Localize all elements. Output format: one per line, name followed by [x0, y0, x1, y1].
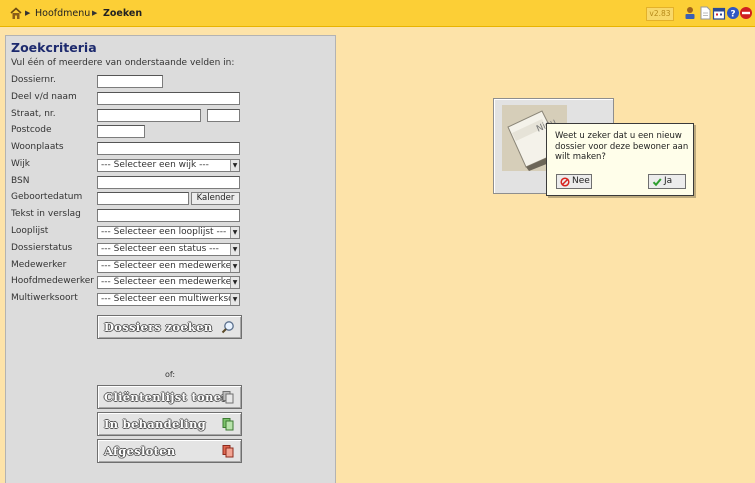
- svg-text:?: ?: [730, 10, 735, 20]
- label-looplijst: Looplijst: [11, 226, 49, 236]
- confirm-dialog: Weet u zeker dat u een nieuw dossier voo…: [546, 123, 694, 196]
- clientenlijst-tonen-button[interactable]: Cliëntenlijst tonen: [97, 385, 242, 409]
- label-tekst: Tekst in verslag: [11, 209, 81, 219]
- search-criteria-panel: Zoekcriteria Vul één of meerdere van ond…: [5, 35, 336, 483]
- panel-intro: Vul één of meerdere van onderstaande vel…: [11, 58, 235, 68]
- cancel-icon: [560, 177, 570, 187]
- label-multiwerksoort: Multiwerksoort: [11, 293, 78, 303]
- afgesloten-button[interactable]: Afgesloten: [97, 439, 242, 463]
- nee-label: Nee: [572, 176, 590, 186]
- label-geboortedatum: Geboortedatum: [11, 192, 83, 202]
- documents-red-icon: [222, 445, 234, 458]
- afgesloten-label: Afgesloten: [104, 444, 176, 458]
- clientenlijst-tonen-label: Cliëntenlijst tonen: [104, 390, 230, 404]
- or-separator: of:: [165, 370, 176, 379]
- chevron-down-icon[interactable]: ▼: [230, 294, 239, 305]
- bsn-input[interactable]: [97, 176, 240, 189]
- ja-label: Ja: [664, 176, 673, 186]
- hoofdmedewerker-select-value: --- Selecteer een medewerker ---: [101, 277, 240, 287]
- label-postcode: Postcode: [11, 125, 52, 135]
- calendar-icon[interactable]: [712, 6, 726, 20]
- in-behandeling-button[interactable]: In behandeling: [97, 412, 242, 436]
- geboortedatum-input[interactable]: [97, 192, 189, 205]
- breadcrumb-arrow-icon: ▶: [25, 9, 31, 17]
- chevron-down-icon[interactable]: ▼: [230, 227, 239, 238]
- home-icon[interactable]: [9, 7, 23, 20]
- wijk-select[interactable]: --- Selecteer een wijk --- ▼: [97, 159, 240, 172]
- chevron-down-icon[interactable]: ▼: [230, 244, 239, 255]
- medewerker-select-value: --- Selecteer een medewerker ---: [101, 261, 240, 271]
- label-straat: Straat, nr.: [11, 109, 56, 119]
- document-icon[interactable]: [698, 6, 712, 20]
- help-icon[interactable]: ?: [726, 6, 740, 20]
- tekst-in-verslag-input[interactable]: [97, 209, 240, 222]
- wijk-select-value: --- Selecteer een wijk ---: [101, 160, 209, 170]
- in-behandeling-label: In behandeling: [104, 417, 206, 431]
- breadcrumb-hoofdmenu-link[interactable]: Hoofdmenu: [35, 8, 90, 19]
- breadcrumb-current: Zoeken: [103, 8, 143, 19]
- looplijst-select[interactable]: --- Selecteer een looplijst --- ▼: [97, 226, 240, 239]
- chevron-down-icon[interactable]: ▼: [230, 277, 239, 288]
- nee-button[interactable]: Nee: [556, 174, 592, 189]
- dossiers-zoeken-label: Dossiers zoeken: [104, 320, 213, 334]
- breadcrumb-arrow-icon: ▶: [92, 9, 98, 17]
- huisnummer-input[interactable]: [207, 109, 240, 122]
- user-icon[interactable]: [683, 6, 697, 20]
- logout-icon[interactable]: [739, 6, 753, 20]
- label-medewerker: Medewerker: [11, 260, 67, 270]
- chevron-down-icon[interactable]: ▼: [230, 160, 239, 171]
- multiwerksoort-select[interactable]: --- Selecteer een multiwerksoort --- ▼: [97, 293, 240, 306]
- postcode-input[interactable]: [97, 125, 145, 138]
- looplijst-select-value: --- Selecteer een looplijst ---: [101, 227, 227, 237]
- panel-title: Zoekcriteria: [11, 40, 97, 55]
- label-hoofdmedewerker: Hoofdmedewerker: [11, 276, 94, 286]
- label-naam: Deel v/d naam: [11, 92, 77, 102]
- documents-grey-icon: [222, 391, 234, 404]
- confirm-message: Weet u zeker dat u een nieuw dossier voo…: [555, 131, 689, 162]
- label-dossiernr: Dossiernr.: [11, 75, 56, 85]
- label-dossierstatus: Dossierstatus: [11, 243, 73, 253]
- top-bar: ▶ Hoofdmenu ▶ Zoeken v2.83 ?: [0, 0, 755, 27]
- label-wijk: Wijk: [11, 159, 30, 169]
- dossiers-zoeken-button[interactable]: Dossiers zoeken: [97, 315, 242, 339]
- chevron-down-icon[interactable]: ▼: [230, 261, 239, 272]
- label-woonplaats: Woonplaats: [11, 142, 64, 152]
- documents-green-icon: [222, 418, 234, 431]
- dossierstatus-select[interactable]: --- Selecteer een status --- ▼: [97, 243, 240, 256]
- ja-button[interactable]: Ja: [648, 174, 686, 189]
- naam-input[interactable]: [97, 92, 240, 105]
- dossierstatus-select-value: --- Selecteer een status ---: [101, 244, 219, 254]
- hoofdmedewerker-select[interactable]: --- Selecteer een medewerker --- ▼: [97, 276, 240, 289]
- woonplaats-input[interactable]: [97, 142, 240, 155]
- checkmark-icon: [652, 178, 662, 187]
- label-bsn: BSN: [11, 176, 30, 186]
- magnifier-icon: [221, 321, 234, 334]
- straat-input[interactable]: [97, 109, 201, 122]
- version-badge: v2.83: [646, 7, 674, 21]
- multiwerksoort-select-value: --- Selecteer een multiwerksoort ---: [101, 294, 240, 304]
- dossiernr-input[interactable]: [97, 75, 163, 88]
- kalender-button[interactable]: Kalender: [191, 192, 240, 205]
- medewerker-select[interactable]: --- Selecteer een medewerker --- ▼: [97, 260, 240, 273]
